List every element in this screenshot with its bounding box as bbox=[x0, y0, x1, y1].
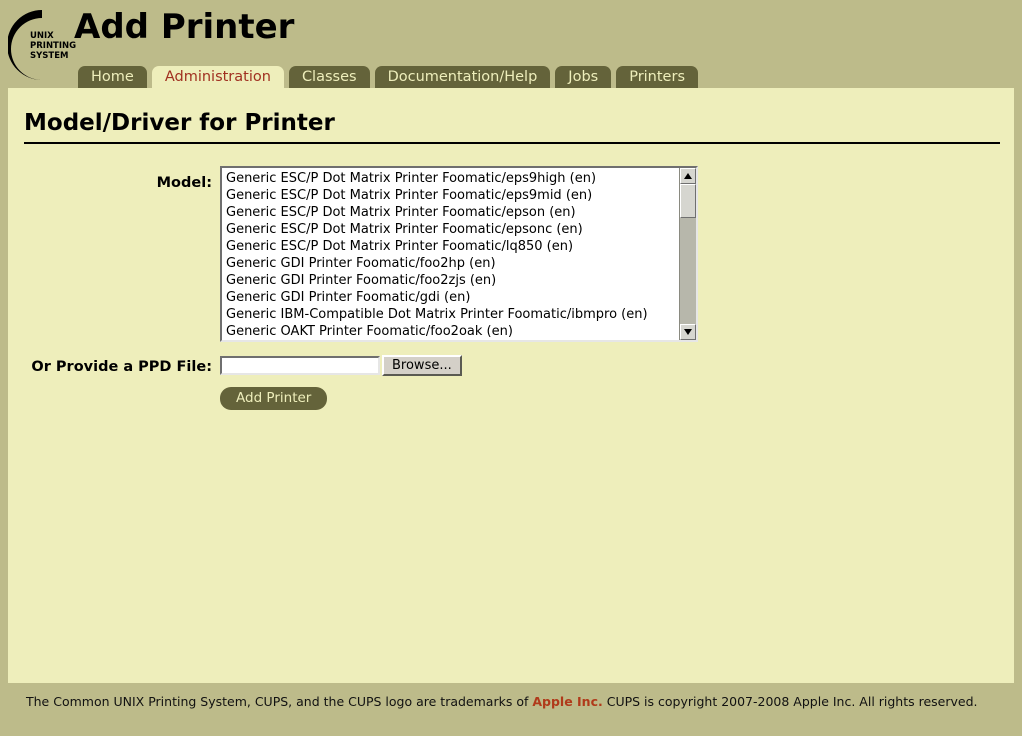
browse-button[interactable]: Browse... bbox=[382, 355, 462, 376]
tab-administration[interactable]: Administration bbox=[152, 66, 284, 89]
tab-classes[interactable]: Classes bbox=[289, 66, 370, 89]
page-header: UNIX PRINTING SYSTEM Add Printer Home Ad… bbox=[0, 0, 1022, 88]
list-item[interactable]: Generic IBM-Compatible Dot Matrix Printe… bbox=[224, 306, 679, 323]
page-footer: The Common UNIX Printing System, CUPS, a… bbox=[0, 683, 1022, 736]
tab-documentation-help[interactable]: Documentation/Help bbox=[375, 66, 551, 89]
add-printer-form: Model: Generic ESC/P Dot Matrix Printer … bbox=[8, 144, 1014, 410]
logo-line-3: SYSTEM bbox=[30, 51, 68, 61]
page-title: Model/Driver for Printer bbox=[8, 88, 1014, 142]
list-item[interactable]: Generic ESC/P Dot Matrix Printer Foomati… bbox=[224, 238, 679, 255]
list-item[interactable]: Generic ESC/P Dot Matrix Printer Foomati… bbox=[224, 187, 679, 204]
footer-text: The Common UNIX Printing System, CUPS, a… bbox=[26, 692, 998, 711]
list-item[interactable]: Generic GDI Printer Foomatic/foo2zjs (en… bbox=[224, 272, 679, 289]
model-label: Model: bbox=[8, 166, 220, 192]
main-navigation: Home Administration Classes Documentatio… bbox=[78, 66, 698, 89]
logo-line-1: UNIX bbox=[30, 31, 54, 41]
submit-row: Add Printer bbox=[8, 387, 1014, 410]
scroll-down-button[interactable] bbox=[680, 324, 696, 340]
triangle-up-icon bbox=[684, 173, 692, 179]
list-item[interactable]: Generic GDI Printer Foomatic/foo2hp (en) bbox=[224, 255, 679, 272]
list-item[interactable]: Generic ESC/P Dot Matrix Printer Foomati… bbox=[224, 170, 679, 187]
logo-line-2: PRINTING bbox=[30, 41, 76, 51]
model-listbox-items[interactable]: Generic ESC/P Dot Matrix Printer Foomati… bbox=[222, 168, 679, 340]
footer-text-after: CUPS is copyright 2007-2008 Apple Inc. A… bbox=[603, 694, 978, 709]
tab-jobs[interactable]: Jobs bbox=[555, 66, 611, 89]
ppd-file-input[interactable] bbox=[220, 356, 380, 375]
list-item[interactable]: Generic ESC/P Dot Matrix Printer Foomati… bbox=[224, 204, 679, 221]
scrollbar-track[interactable] bbox=[680, 184, 696, 324]
add-printer-button[interactable]: Add Printer bbox=[220, 387, 327, 410]
tab-printers[interactable]: Printers bbox=[616, 66, 698, 89]
tab-home[interactable]: Home bbox=[78, 66, 147, 89]
content-area: Model/Driver for Printer Model: Generic … bbox=[8, 88, 1014, 683]
scrollbar-thumb[interactable] bbox=[680, 184, 696, 218]
apple-inc-link[interactable]: Apple Inc. bbox=[532, 694, 602, 709]
list-item[interactable]: Generic GDI Printer Foomatic/gdi (en) bbox=[224, 289, 679, 306]
scroll-up-button[interactable] bbox=[680, 168, 696, 184]
footer-text-before: The Common UNIX Printing System, CUPS, a… bbox=[26, 694, 532, 709]
list-item[interactable]: Generic OAKT Printer Foomatic/foo2oak (e… bbox=[224, 323, 679, 340]
ppd-label: Or Provide a PPD File: bbox=[8, 354, 220, 376]
cups-logo: UNIX PRINTING SYSTEM bbox=[8, 6, 78, 82]
ppd-row: Or Provide a PPD File: Browse... bbox=[8, 354, 1014, 376]
model-listbox-scrollbar[interactable] bbox=[679, 168, 696, 340]
model-listbox[interactable]: Generic ESC/P Dot Matrix Printer Foomati… bbox=[220, 166, 698, 342]
list-item[interactable]: Generic ESC/P Dot Matrix Printer Foomati… bbox=[224, 221, 679, 238]
triangle-down-icon bbox=[684, 329, 692, 335]
app-title: Add Printer bbox=[74, 7, 294, 47]
model-row: Model: Generic ESC/P Dot Matrix Printer … bbox=[8, 166, 1014, 342]
